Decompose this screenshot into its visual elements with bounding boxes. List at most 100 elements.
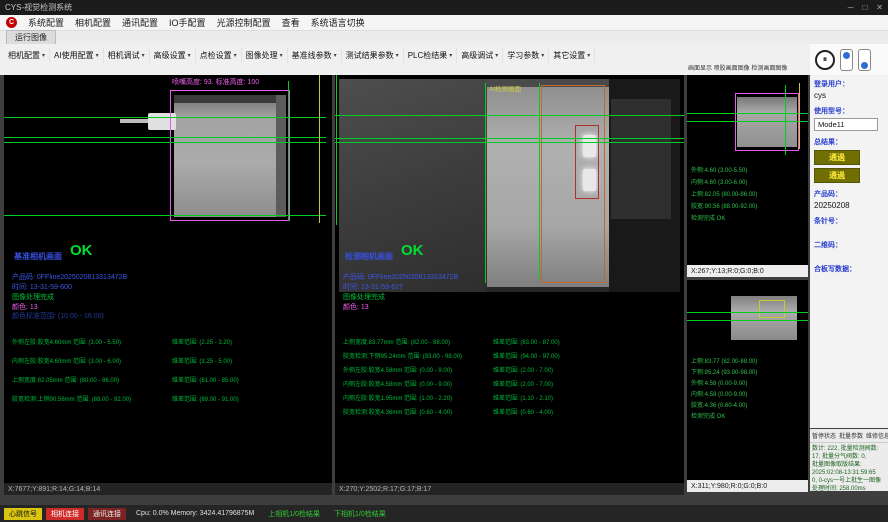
color-range: 颜色标准范围: (10.00 - 16.00) <box>12 311 104 321</box>
login-user-value: cys <box>814 91 884 100</box>
stats-tab-maintenance[interactable]: 维修信息 <box>866 431 888 440</box>
toolbar-item-label: 图像处理 <box>246 50 278 61</box>
chevron-down-icon: ▾ <box>280 52 283 59</box>
toolbar-item-label: 相机调试 <box>108 50 140 61</box>
stats-tab-pause[interactable]: 暂停状态 <box>812 431 836 440</box>
menu-item-language-switch[interactable]: 系统语言切换 <box>311 16 365 29</box>
guide-line <box>4 215 326 216</box>
thumb-view-bottom[interactable]: 上侧:83.77 (82.00-88.00) 下侧:95.24 (93.00-9… <box>687 280 808 492</box>
guide-line <box>4 117 326 118</box>
model-select[interactable]: Mode11 <box>814 118 878 131</box>
chevron-down-icon: ▾ <box>234 52 237 59</box>
guide-line <box>335 142 684 143</box>
board-write-label: 合板写数据： <box>814 264 884 274</box>
thumb-text-line: 上侧:82.05 (80.00-86.00) <box>691 189 757 198</box>
camera-title: 基准相机画面 <box>14 251 62 262</box>
thumb-bottom-coords: X:311;Y:980;R:0;G:0;B:0 <box>687 480 808 492</box>
toolbar-item-image-processing[interactable]: 图像处理▾ <box>242 48 288 63</box>
stats-line: 2025:02:08-13:31:59:65 <box>812 469 886 477</box>
stats-line: 17, 批量分气阀数: 0, <box>812 453 886 461</box>
chevron-down-icon: ▾ <box>42 52 45 59</box>
toolbar-item-label: 高级调试 <box>461 50 493 61</box>
thumb-top-coords: X:267;Y:13;R:0;G:0;B:0 <box>687 265 808 277</box>
info-panel: 登录用户： cys 使用型号： Mode11 总结果： 通過 通過 产品码： 2… <box>810 75 888 428</box>
chevron-down-icon: ▾ <box>449 52 452 59</box>
stats-line: 0, 0-cys一号上批生一图像 <box>812 477 886 485</box>
toolbar-item-label: 测试结果参数 <box>346 50 394 61</box>
toolbar-item-label: AI使用配置 <box>54 50 94 61</box>
measurement-left: 内侧左胶:胶宽4.58mm 范围: (0.00 - 9.00) <box>343 379 452 388</box>
menu-bar: C 系统配置 相机配置 通讯配置 IO手配置 光源控制配置 查看 系统语言切换 <box>0 15 888 31</box>
guide-line <box>687 312 808 313</box>
toolbar-item-plc-result[interactable]: PLC检结果▾ <box>404 48 458 63</box>
model-value: Mode11 <box>818 120 845 129</box>
guide-line-vertical <box>336 75 337 225</box>
guide-line <box>687 121 808 122</box>
measurement-right: 维差范围: (2.00 - 7.00) <box>493 365 553 374</box>
measurement-left: 外侧左胶:胶宽4.58mm 范围: (0.00 - 9.00) <box>343 365 452 374</box>
chevron-down-icon: ▾ <box>96 52 99 59</box>
guide-line <box>335 138 684 139</box>
stats-line: 数计: 222, 批量检测阀数: <box>812 445 886 453</box>
menu-item-system-config[interactable]: 系统配置 <box>28 16 64 29</box>
thumb-text-line: 外侧:4.60 (3.00-5.50) <box>691 165 747 174</box>
toggle-button-1[interactable] <box>840 49 853 71</box>
title-bar: CYS-视觉检测系统 ─ □ ✕ <box>0 0 888 15</box>
stats-line: 批量图像取版结果: <box>812 461 886 469</box>
chevron-down-icon: ▾ <box>334 52 337 59</box>
timestamp: 时间: 13-31-59-600 <box>12 282 72 292</box>
qr-label: 二维码： <box>814 240 884 250</box>
thumb-view-top[interactable]: 外侧:4.60 (3.00-5.50) 内侧:4.60 (3.00-6.00) … <box>687 75 808 277</box>
guide-line-vertical <box>485 83 486 283</box>
chevron-down-icon: ▾ <box>142 52 145 59</box>
thumb-text-line: 外侧:4.58 (0.00-9.00) <box>691 378 747 387</box>
toolbar-item-camera-config[interactable]: 相机配置▾ <box>4 48 50 63</box>
measurement-left: 胶宽检测:下侧95.24mm 范围: (93.00 - 98.00) <box>343 351 462 360</box>
product-code: 产品码: 0FFline2025020813313472B <box>343 272 458 282</box>
roi-frame-magenta <box>735 93 799 151</box>
toolbar-item-learning-params[interactable]: 学习参数▾ <box>503 48 549 63</box>
camera-view-left[interactable]: 喷嘴高度: 93. 标准高度: 100 基准相机画面 OK 产品码: 0FFli… <box>4 75 332 495</box>
camera-title: 检测相机画面 <box>345 251 393 262</box>
toolbar-item-advanced-settings[interactable]: 高级设置▾ <box>150 48 196 63</box>
qr-value <box>814 250 884 258</box>
measurement-right: 维差范围: (89.00 - 91.00) <box>172 394 239 403</box>
toolbar-item-test-result-params[interactable]: 测试结果参数▾ <box>342 48 404 63</box>
toggle-knob-icon <box>843 52 850 59</box>
toolbar-item-baseline-params[interactable]: 基准线参数▾ <box>288 48 342 63</box>
minimize-button[interactable]: ─ <box>848 3 854 12</box>
maximize-button[interactable]: □ <box>862 3 867 12</box>
toolbar-item-advanced-debug[interactable]: 高级调试▾ <box>457 48 503 63</box>
tab-run-image[interactable]: 运行图像 <box>6 30 56 44</box>
toolbar-item-camera-debug[interactable]: 相机调试▾ <box>104 48 150 63</box>
cpu-memory-status: Cpu: 0.0% Memory: 3424.41796875M <box>136 510 254 517</box>
stats-panel: 暂停状态 批量参数 维修信息 数计: 222, 批量检测阀数: 17, 批量分气… <box>810 429 888 491</box>
menu-item-light-config[interactable]: 光源控制配置 <box>217 16 271 29</box>
pause-button[interactable]: ⏸ <box>815 50 835 70</box>
measurement-right: 维差范围: (2.00 - 7.00) <box>493 379 553 388</box>
thumbs-caption: 画面显示 喷胶画面图像 检测画面图像 <box>688 63 810 72</box>
toolbar-item-spot-check[interactable]: 点检设置▾ <box>196 48 242 63</box>
machine-block <box>611 99 671 219</box>
menu-item-camera-config[interactable]: 相机配置 <box>75 16 111 29</box>
camera-view-right[interactable]: AI检测画面 检测相机画面 OK 产品码: 0FFline20250208133… <box>335 75 684 495</box>
menu-item-io-config[interactable]: IO手配置 <box>169 16 206 29</box>
measurement-right: 维差范围: (3.25 - 5.00) <box>172 356 232 365</box>
lower-camera-result: 下相机1/0检结果 <box>334 509 386 519</box>
toolbar-item-label: 高级设置 <box>154 50 186 61</box>
process-status: 图像处理完成 <box>12 292 54 302</box>
overlay-annotation: 喷嘴高度: 93. 标准高度: 100 <box>172 77 259 87</box>
close-button[interactable]: ✕ <box>876 3 883 12</box>
toolbar-item-ai-config[interactable]: AI使用配置▾ <box>50 48 104 63</box>
toolbar-item-label: 学习参数 <box>507 50 539 61</box>
menu-item-comm-config[interactable]: 通讯配置 <box>122 16 158 29</box>
color-value: 颜色: 13 <box>343 302 369 312</box>
guide-line-yellow <box>319 75 320 223</box>
thumb-text-line: 下侧:95.24 (93.00-98.00) <box>691 367 757 376</box>
app-logo-icon: C <box>6 17 17 28</box>
measurement-left: 外侧左胶:胶宽4.60mm 范围: (3.00 - 5.50) <box>12 337 121 346</box>
toolbar-item-other-settings[interactable]: 其它设置▾ <box>549 48 595 63</box>
stats-tab-batch[interactable]: 批量参数 <box>839 431 863 440</box>
menu-item-view[interactable]: 查看 <box>282 16 300 29</box>
toggle-button-2[interactable] <box>858 49 871 71</box>
